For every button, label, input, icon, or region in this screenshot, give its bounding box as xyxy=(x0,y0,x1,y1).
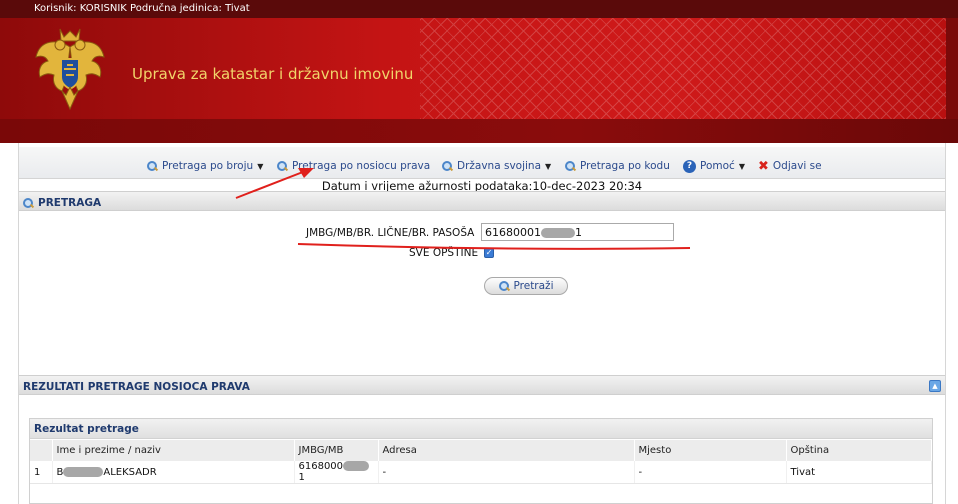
app-title: Uprava za katastar i državnu imovinu xyxy=(132,65,414,83)
close-icon: ✖ xyxy=(758,158,769,174)
results-panel-title: REZULTATI PRETRAGE NOSIOCA PRAVA xyxy=(23,381,250,393)
redacted-blur xyxy=(63,466,104,477)
search-button-label: Pretraži xyxy=(513,280,554,292)
chevron-down-icon: ▼ xyxy=(738,161,745,171)
results-box-title: Rezultat pretrage xyxy=(30,419,932,439)
user-info-bar: Korisnik: KORISNIK Područna jedinica: Ti… xyxy=(0,0,958,18)
row-name: B ALEKSADR xyxy=(52,461,295,484)
menu-label: Pomoć xyxy=(700,160,735,172)
row-mjesto: - xyxy=(634,461,787,484)
header-bottom-band xyxy=(0,119,958,143)
col-header xyxy=(30,440,53,461)
row-number: 1 xyxy=(30,461,53,484)
menu-label: Pretraga po broju xyxy=(162,160,254,172)
row-adresa: - xyxy=(378,461,635,484)
coat-of-arms-logo xyxy=(35,28,105,111)
menu-pretraga-po-broju[interactable]: Pretraga po broju ▼ xyxy=(147,158,263,174)
main-content: Pretraga po broju ▼ Pretraga po nosiocu … xyxy=(18,143,946,504)
search-icon xyxy=(277,160,288,172)
id-input[interactable] xyxy=(481,223,674,241)
redacted-blur xyxy=(343,461,370,471)
menu-label: Pretraga po nosiocu prava xyxy=(292,160,431,172)
col-header: Mjesto xyxy=(634,440,787,461)
results-box: Rezultat pretrage Ime i prezime / naziv … xyxy=(29,418,933,504)
search-panel-header: PRETRAGA xyxy=(19,191,945,211)
row-jmbg: 61680001 xyxy=(294,461,379,484)
menu-label: Pretraga po kodu xyxy=(580,160,670,172)
results-panel-header: REZULTATI PRETRAGE NOSIOCA PRAVA ▲ xyxy=(19,375,945,395)
menu-label: Državna svojina xyxy=(457,160,542,172)
col-header: Opština xyxy=(786,440,932,461)
search-icon xyxy=(442,160,453,172)
search-icon xyxy=(23,197,34,209)
chevron-down-icon: ▼ xyxy=(257,161,264,171)
help-icon: ? xyxy=(683,159,696,173)
menu-drzavna-svojina[interactable]: Državna svojina ▼ xyxy=(442,158,551,174)
all-municipalities-label: SVE OPŠTINE xyxy=(409,247,479,259)
user-info: Korisnik: KORISNIK Područna jedinica: Ti… xyxy=(34,3,250,14)
results-table: Ime i prezime / naziv JMBG/MB Adresa Mje… xyxy=(30,440,932,484)
banner-pattern xyxy=(420,18,958,119)
col-header: Adresa xyxy=(378,440,635,461)
table-row[interactable]: 1 B ALEKSADR 61680001 - - Tivat xyxy=(30,461,932,484)
collapse-icon[interactable]: ▲ xyxy=(929,380,941,392)
col-header: JMBG/MB xyxy=(294,440,379,461)
search-icon xyxy=(498,280,510,292)
id-field-label: JMBG/MB/BR. LIČNE/BR. PASOŠA xyxy=(306,227,475,239)
menu-pomoc[interactable]: ? Pomoć ▼ xyxy=(683,158,745,174)
all-municipalities-checkbox[interactable]: ✓ xyxy=(484,248,495,258)
search-icon xyxy=(147,160,158,172)
id-search-row: JMBG/MB/BR. LIČNE/BR. PASOŠA xyxy=(19,223,945,243)
chevron-down-icon: ▼ xyxy=(545,161,552,171)
main-menu: Pretraga po broju ▼ Pretraga po nosiocu … xyxy=(19,147,945,179)
header-banner: Uprava za katastar i državnu imovinu xyxy=(0,18,958,119)
menu-odjavi-se[interactable]: ✖ Odjavi se xyxy=(758,158,822,174)
col-header: Ime i prezime / naziv xyxy=(52,440,295,461)
search-panel-title: PRETRAGA xyxy=(38,197,102,209)
all-municipalities-row: SVE OPŠTINE ✓ xyxy=(409,247,495,259)
search-icon xyxy=(565,160,576,172)
menu-label: Odjavi se xyxy=(772,160,822,172)
banner-edge xyxy=(946,18,958,119)
table-header-row: Ime i prezime / naziv JMBG/MB Adresa Mje… xyxy=(30,440,932,461)
row-opstina: Tivat xyxy=(786,461,932,484)
menu-pretraga-po-kodu[interactable]: Pretraga po kodu xyxy=(565,158,670,174)
menu-pretraga-po-nosiocu-prava[interactable]: Pretraga po nosiocu prava xyxy=(277,158,430,174)
search-button[interactable]: Pretraži xyxy=(484,277,568,295)
